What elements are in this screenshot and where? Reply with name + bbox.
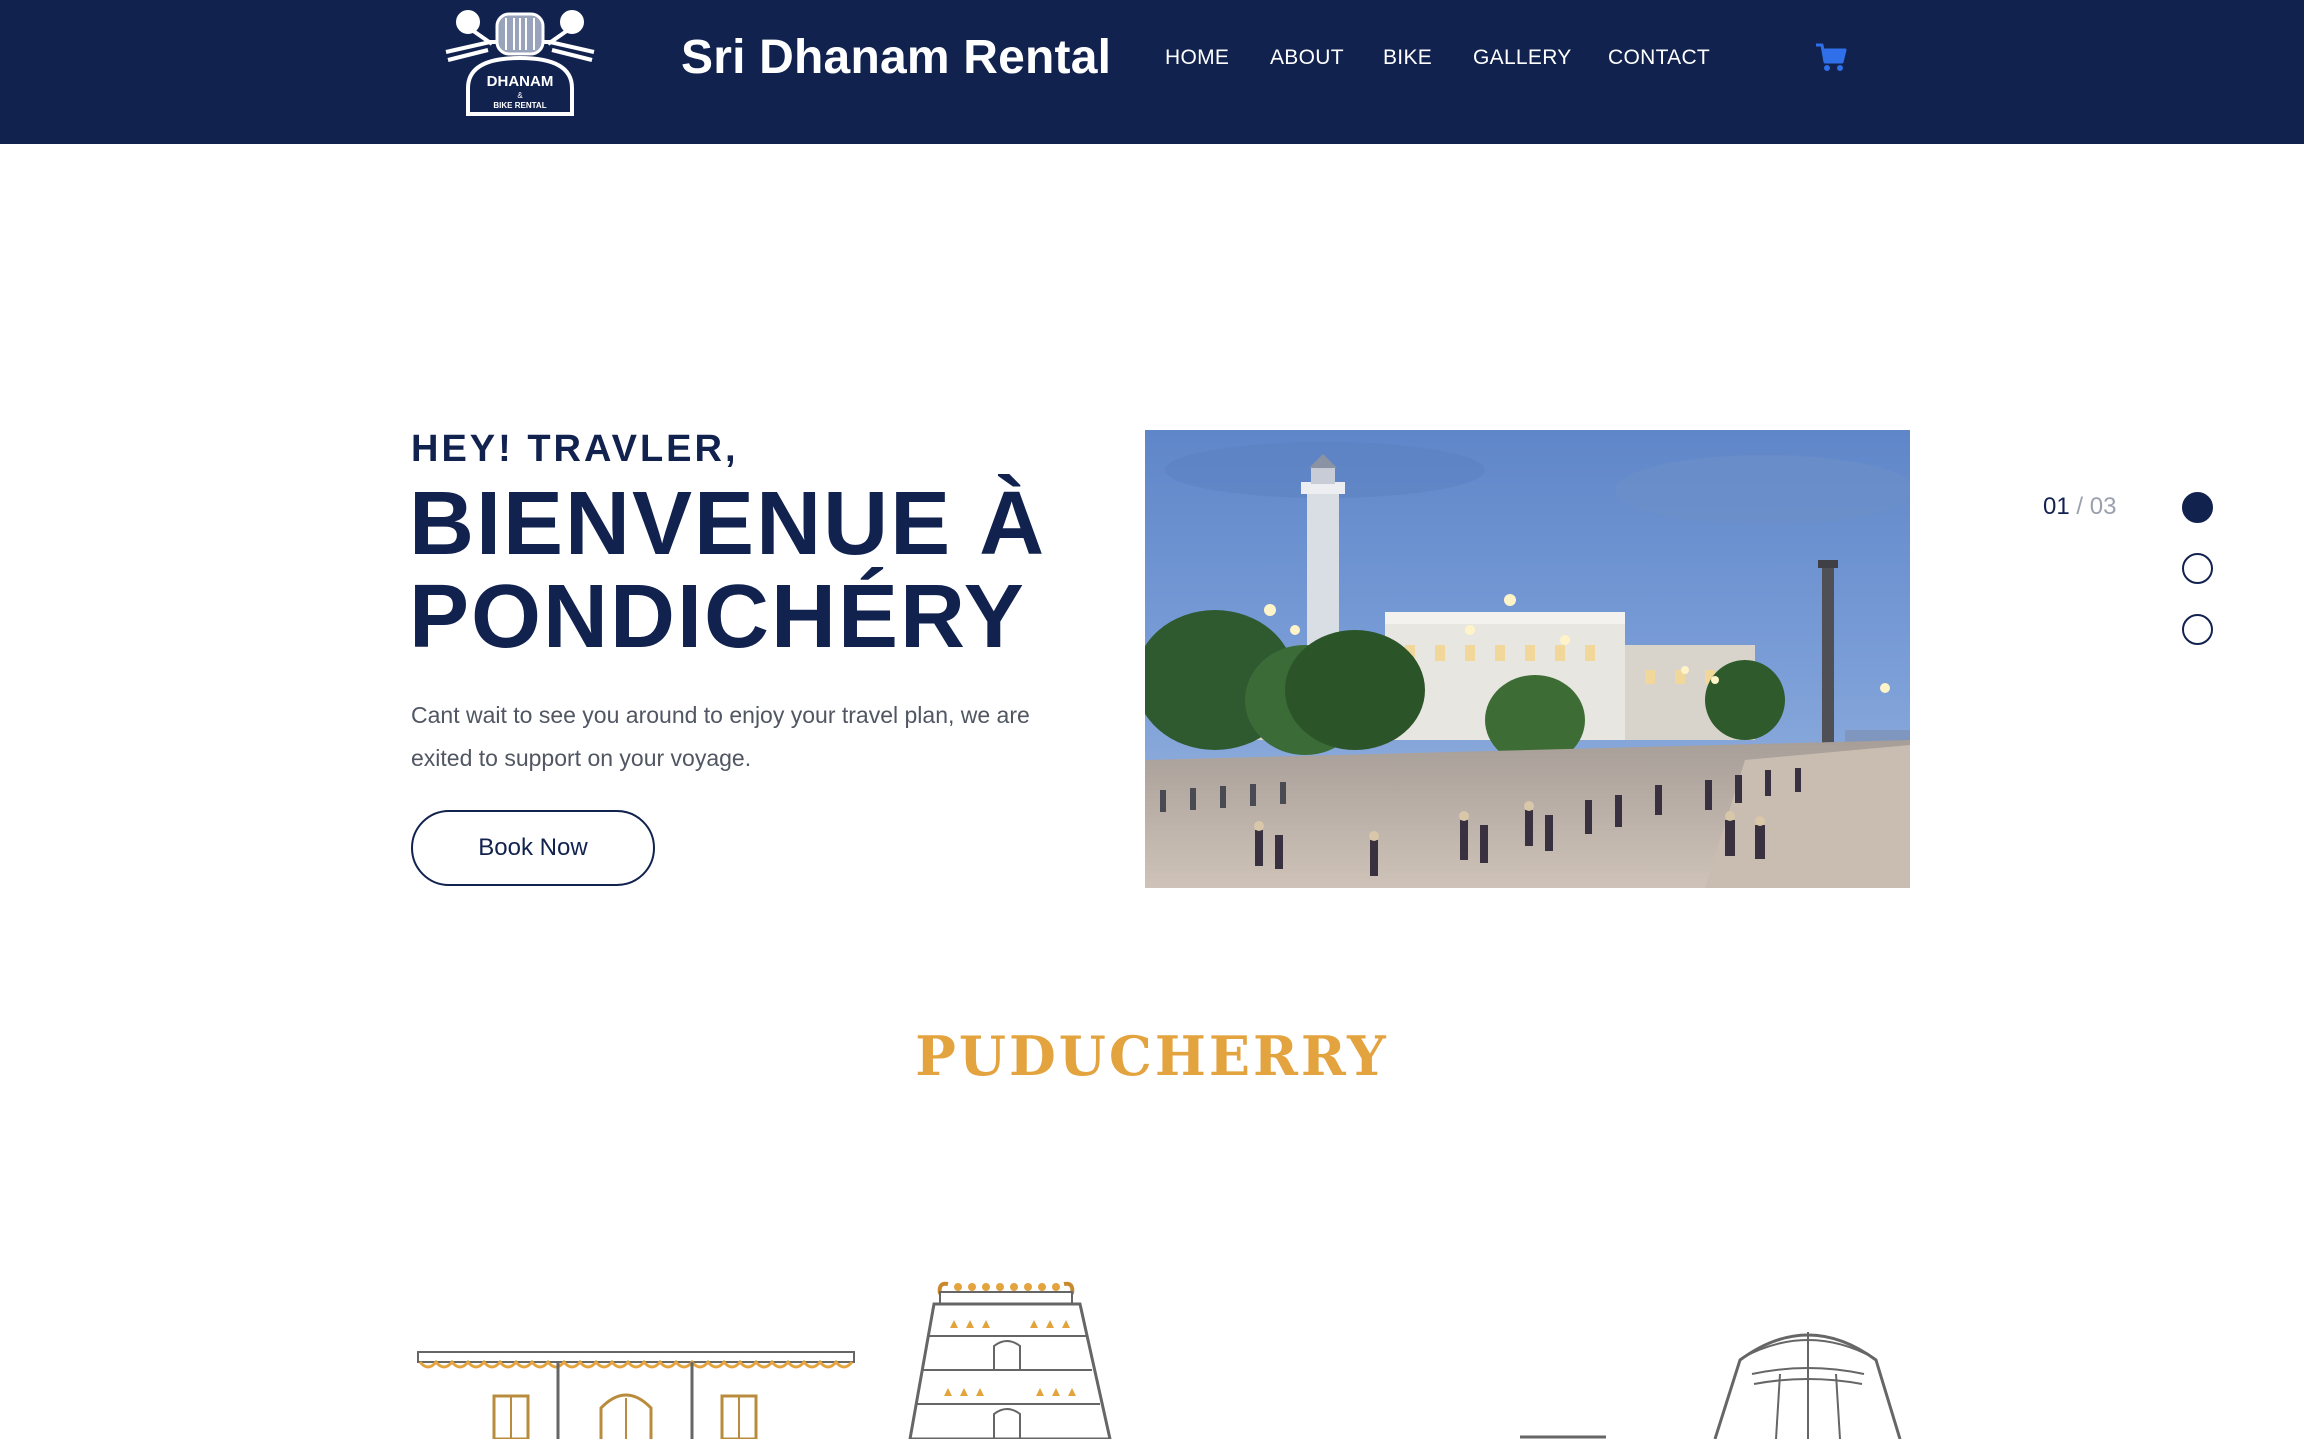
nav-home[interactable]: HOME bbox=[1165, 46, 1229, 70]
dome-monument-icon bbox=[1713, 1332, 1902, 1439]
slide-dot-1[interactable] bbox=[2182, 492, 2213, 523]
logo-text-bottom: BIKE RENTAL bbox=[493, 101, 546, 110]
logo-text-top: DHANAM bbox=[487, 73, 554, 90]
site-brand-name[interactable]: Sri Dhanam Rental bbox=[681, 30, 1111, 85]
nav-contact[interactable]: CONTACT bbox=[1608, 46, 1710, 70]
hero-title-line1: BIENVENUE À bbox=[409, 474, 1047, 574]
colonial-building-icon bbox=[417, 1351, 855, 1439]
brand-logo[interactable]: DHANAM & BIKE RENTAL bbox=[440, 2, 600, 120]
nav-gallery[interactable]: GALLERY bbox=[1473, 46, 1572, 70]
hero-promenade-photo bbox=[1145, 430, 1910, 888]
slide-dot-3[interactable] bbox=[2182, 614, 2213, 645]
slide-current: 01 bbox=[2043, 493, 2070, 520]
top-navbar: DHANAM & BIKE RENTAL Sri Dhanam Rental H… bbox=[0, 0, 2304, 144]
hero-eyebrow: HEY! TRAVLER, bbox=[411, 428, 739, 470]
landmarks-illustration bbox=[417, 1281, 1902, 1439]
logo-text-mid: & bbox=[517, 91, 523, 100]
nav-bike[interactable]: BIKE bbox=[1383, 46, 1432, 70]
slide-dot-2[interactable] bbox=[2182, 553, 2213, 584]
book-now-button[interactable]: Book Now bbox=[411, 810, 655, 886]
hero-title-line2: PONDICHÉRY bbox=[409, 567, 1026, 667]
hero-title: BIENVENUE À PONDICHÉRY bbox=[409, 478, 1169, 664]
temple-gopuram-icon bbox=[908, 1281, 1112, 1439]
hero-description: Cant wait to see you around to enjoy you… bbox=[411, 702, 1030, 771]
slide-total: 03 bbox=[2089, 493, 2117, 520]
nav-about[interactable]: ABOUT bbox=[1270, 46, 1344, 70]
shopping-cart-icon[interactable] bbox=[1815, 42, 1847, 72]
slide-separator: / bbox=[2069, 493, 2090, 520]
section-title: PUDUCHERRY bbox=[915, 1024, 1389, 1088]
slide-counter: 01 / 03 bbox=[2043, 493, 2116, 521]
